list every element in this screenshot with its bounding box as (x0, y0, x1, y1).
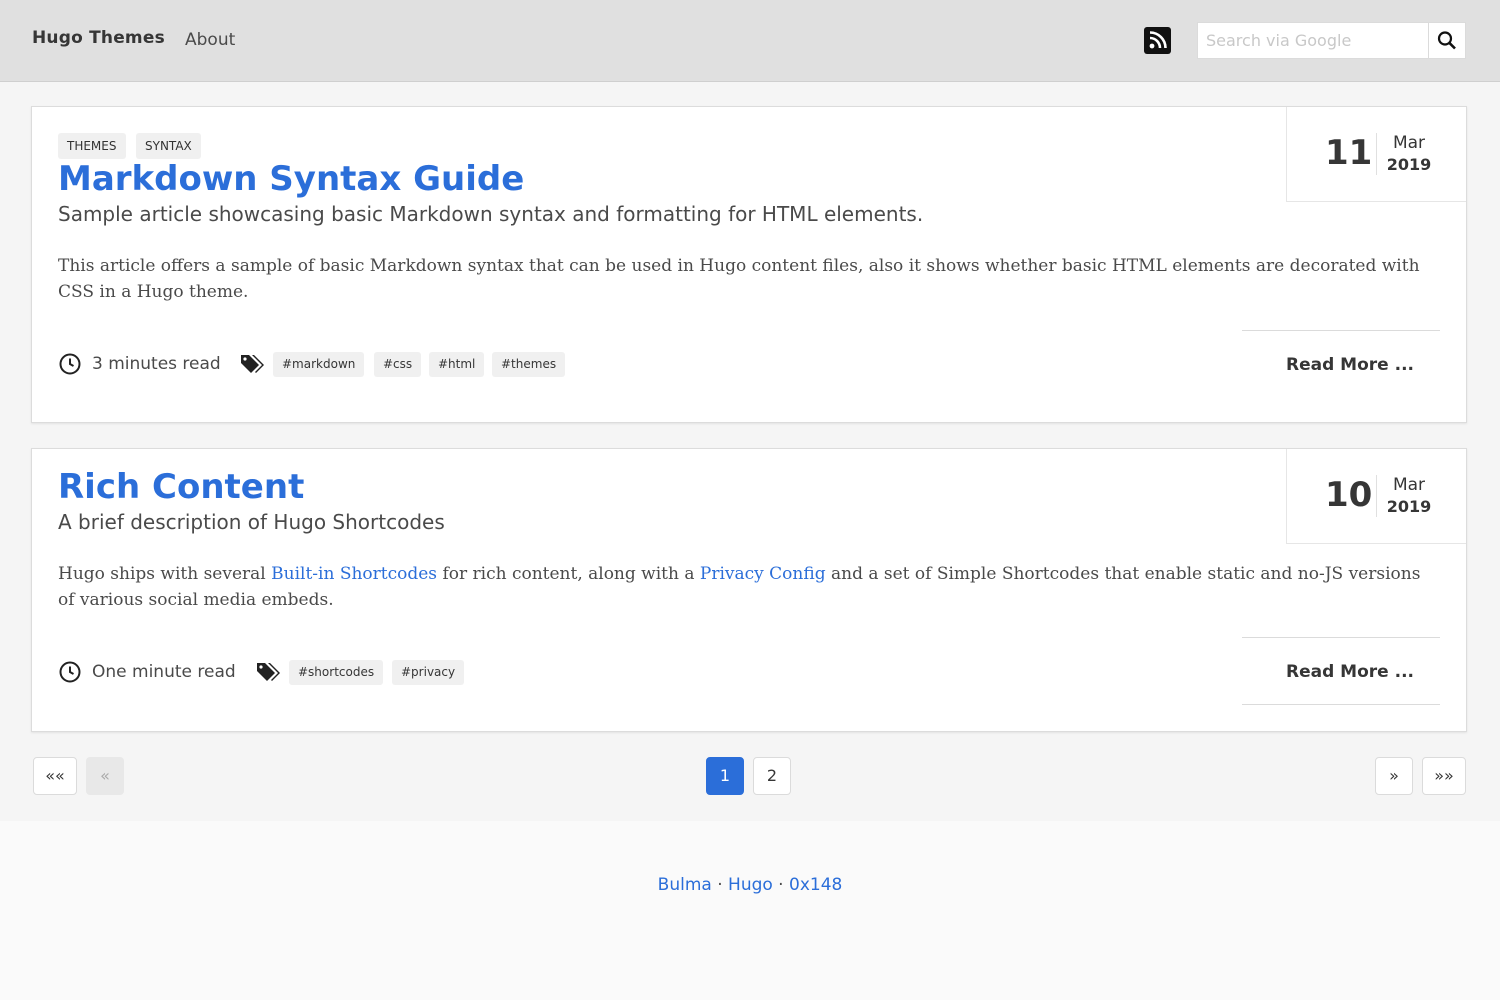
read-more-container: Read More ... (1242, 330, 1440, 398)
summary-text: Hugo ships with several (58, 564, 272, 584)
category-tag[interactable]: SYNTAX (136, 133, 201, 159)
post-day: 10 (1325, 475, 1373, 515)
post-month: Mar (1392, 133, 1426, 153)
footer: Bulma · Hugo · 0x148 (0, 821, 1500, 1000)
brand-link[interactable]: Hugo Themes (32, 28, 165, 48)
post-day: 11 (1325, 133, 1373, 173)
rss-icon[interactable] (1144, 27, 1171, 54)
navbar: Hugo Themes About (0, 0, 1500, 82)
footer-separator: · (711, 875, 729, 895)
footer-separator: · (772, 875, 789, 895)
pagination-page-2[interactable]: 2 (753, 757, 791, 795)
pagination-last[interactable]: »» (1422, 757, 1466, 795)
nav-about-link[interactable]: About (185, 30, 235, 50)
privacy-config-link[interactable]: Privacy Config (700, 564, 826, 584)
post-year: 2019 (1386, 497, 1432, 516)
post-tag[interactable]: #privacy (392, 660, 465, 685)
post-card: THEMES SYNTAX Markdown Syntax Guide Samp… (31, 106, 1467, 423)
read-more-link[interactable]: Read More ... (1286, 355, 1414, 375)
read-time: One minute read (92, 662, 236, 682)
post-summary: This article offers a sample of basic Ma… (58, 256, 1420, 302)
pagination-page-1[interactable]: 1 (706, 757, 744, 795)
post-month: Mar (1392, 475, 1426, 495)
footer-bulma-link[interactable]: Bulma (658, 875, 712, 895)
category-tag[interactable]: THEMES (58, 133, 126, 159)
summary-text: for rich content, along with a (437, 564, 700, 584)
post-subtitle: A brief description of Hugo Shortcodes (58, 510, 445, 534)
footer-links: Bulma · Hugo · 0x148 (0, 875, 1500, 895)
post-title[interactable]: Markdown Syntax Guide (58, 159, 524, 199)
clock-icon (59, 661, 81, 683)
post-title[interactable]: Rich Content (58, 467, 304, 507)
post-tag[interactable]: #css (374, 352, 422, 377)
tags-icon (257, 663, 280, 681)
pagination-previous: « (86, 757, 124, 795)
read-time: 3 minutes read (92, 354, 221, 374)
post-tag[interactable]: #html (429, 352, 485, 377)
search-input[interactable] (1197, 22, 1428, 59)
clock-icon (59, 353, 81, 375)
post-date: 11 Mar 2019 (1286, 107, 1466, 202)
search-button[interactable] (1428, 22, 1466, 59)
post-subtitle: Sample article showcasing basic Markdown… (58, 202, 924, 226)
built-in-shortcodes-link[interactable]: Built-in Shortcodes (271, 564, 437, 584)
post-tag[interactable]: #markdown (273, 352, 365, 377)
post-tag[interactable]: #shortcodes (289, 660, 384, 685)
pagination-next[interactable]: » (1375, 757, 1413, 795)
tags-icon (241, 355, 264, 373)
read-more-container: Read More ... (1242, 637, 1440, 705)
footer-theme-link[interactable]: 0x148 (789, 875, 842, 895)
search-icon (1437, 31, 1456, 50)
post-year: 2019 (1386, 155, 1432, 174)
post-card: Rich Content A brief description of Hugo… (31, 448, 1467, 732)
pagination-first[interactable]: «« (33, 757, 77, 795)
post-tag[interactable]: #themes (492, 352, 566, 377)
post-date: 10 Mar 2019 (1286, 449, 1466, 544)
read-more-link[interactable]: Read More ... (1286, 662, 1414, 682)
footer-hugo-link[interactable]: Hugo (728, 875, 773, 895)
post-summary: Hugo ships with several Built-in Shortco… (58, 561, 1428, 613)
